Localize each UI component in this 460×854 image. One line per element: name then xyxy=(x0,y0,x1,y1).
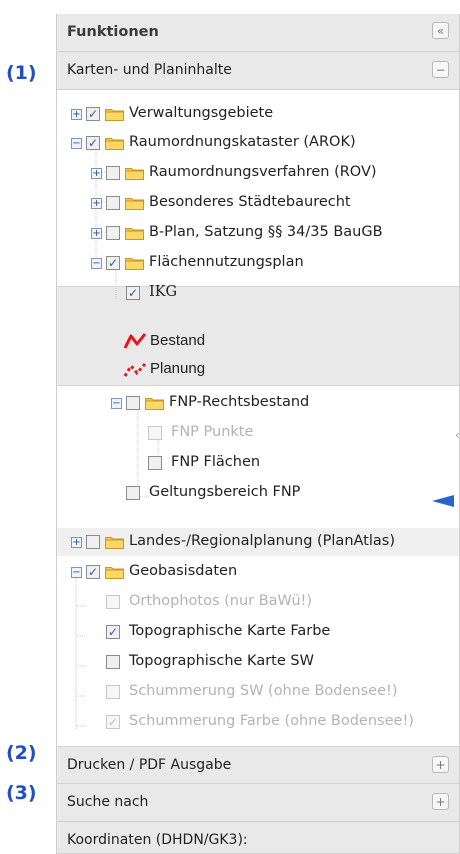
tree-connector-lines xyxy=(75,142,159,730)
folder-icon xyxy=(145,396,164,410)
checkbox-ikg[interactable]: ✓ xyxy=(126,286,140,300)
folder-icon xyxy=(105,535,124,549)
section-search-toggle[interactable]: + xyxy=(432,793,449,810)
side-handle[interactable]: ‹ xyxy=(455,428,460,448)
section-print-header[interactable]: Drucken / PDF Ausgabe + xyxy=(57,746,459,784)
expand-icon[interactable]: + xyxy=(91,228,102,239)
expand-icon[interactable]: + xyxy=(71,537,82,548)
expand-icon[interactable]: + xyxy=(91,168,102,179)
tree-node-label: Orthophotos (nur BaWü!) xyxy=(129,593,313,609)
expand-icon[interactable]: + xyxy=(91,198,102,209)
checkbox-rov[interactable] xyxy=(106,166,120,180)
section-print-toggle[interactable]: + xyxy=(432,756,449,773)
tree-node-label: Flächennutzungsplan xyxy=(149,254,304,270)
folder-icon xyxy=(105,565,124,579)
section-coords-label: Koordinaten (DHDN/GK3): xyxy=(67,832,248,848)
section-print-label: Drucken / PDF Ausgabe xyxy=(67,757,232,773)
checkbox-landesplanung[interactable] xyxy=(86,535,100,549)
callout-3: (3) xyxy=(6,782,37,804)
callout-2: (2) xyxy=(6,742,37,764)
checkbox-fnp-flaechen[interactable] xyxy=(148,456,162,470)
tree-node-label: Geobasisdaten xyxy=(129,563,238,579)
collapse-icon[interactable]: − xyxy=(71,138,82,149)
tree-node-label: Verwaltungsgebiete xyxy=(129,105,274,121)
collapse-icon[interactable]: − xyxy=(71,567,82,578)
tree-node-label: Raumordnungskataster (AROK) xyxy=(129,134,356,150)
tree-node-label: Geltungsbereich FNP xyxy=(149,484,301,500)
tree-node-label: Besonderes Städtebaurecht xyxy=(149,194,351,210)
tree-node-label: FNP Punkte xyxy=(171,424,254,440)
tree-node-label: B-Plan, Satzung §§ 34/35 BauGB xyxy=(149,224,383,240)
tree-node-label: Schummerung SW (ohne Bodensee!) xyxy=(129,683,398,699)
checkbox-schummerung-farbe: ✓ xyxy=(106,715,120,729)
section-search-header[interactable]: Suche nach + xyxy=(57,784,459,822)
functions-panel: Funktionen « Karten- und Planinhalte − B… xyxy=(56,14,460,854)
tree-node-label: FNP Flächen xyxy=(171,454,261,470)
folder-icon xyxy=(125,256,144,270)
folder-icon xyxy=(105,136,124,150)
checkbox-topo-farbe[interactable]: ✓ xyxy=(106,625,120,639)
collapse-icon[interactable]: − xyxy=(91,258,102,269)
checkbox-orthophotos xyxy=(106,595,120,609)
checkbox-fnp-punkte xyxy=(148,426,162,440)
collapse-icon[interactable]: − xyxy=(111,398,122,409)
tree-node-label: FNP-Rechtsbestand xyxy=(169,394,310,410)
pointer-arrow xyxy=(432,495,454,507)
checkbox-fnp[interactable]: ✓ xyxy=(106,256,120,270)
callout-1: (1) xyxy=(6,62,37,84)
tree-node-label: IKG xyxy=(149,284,178,300)
checkbox-fnp-rechtsbestand[interactable] xyxy=(126,396,140,410)
checkbox-staedtebaurecht[interactable] xyxy=(106,196,120,210)
checkbox-schummerung-sw xyxy=(106,685,120,699)
tree-node-label: Landes-/Regionalplanung (PlanAtlas) xyxy=(129,533,395,549)
folder-icon xyxy=(125,196,144,210)
tree-node-label: Topographische Karte Farbe xyxy=(129,623,331,639)
section-coords-header: Koordinaten (DHDN/GK3): xyxy=(57,822,459,854)
folder-icon xyxy=(125,166,144,180)
checkbox-topo-sw[interactable] xyxy=(106,655,120,669)
checkbox-arok[interactable]: ✓ xyxy=(86,136,100,150)
checkbox-bplan[interactable] xyxy=(106,226,120,240)
folder-icon xyxy=(125,226,144,240)
tree-node-label: Raumordnungsverfahren (ROV) xyxy=(149,164,377,180)
section-search-label: Suche nach xyxy=(67,794,149,810)
tree-node-label: Topographische Karte SW xyxy=(129,653,314,669)
checkbox-geobasisdaten[interactable]: ✓ xyxy=(86,565,100,579)
folder-icon xyxy=(105,107,124,121)
checkbox-geltungsbereich[interactable] xyxy=(126,486,140,500)
expand-icon[interactable]: + xyxy=(71,109,82,120)
checkbox-verwaltungsgebiete[interactable]: ✓ xyxy=(86,107,100,121)
tree-node-label: Schummerung Farbe (ohne Bodensee!) xyxy=(129,713,414,729)
